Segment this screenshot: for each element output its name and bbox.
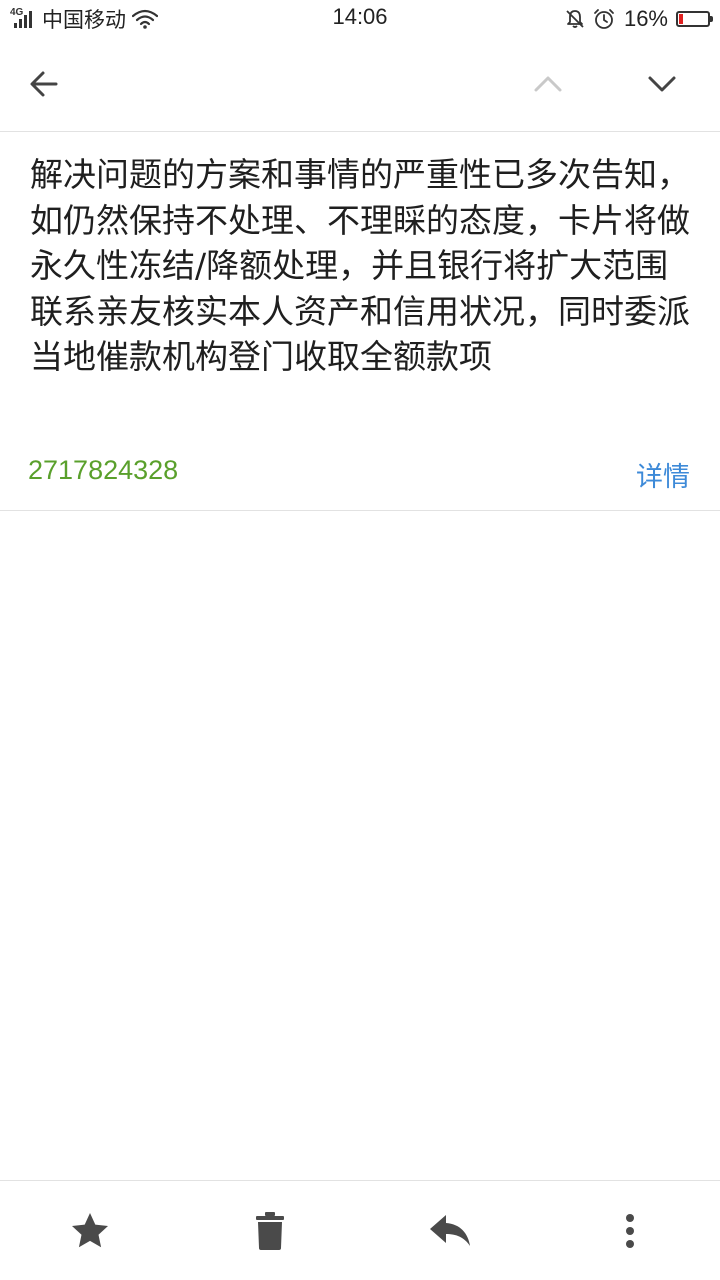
- delete-button[interactable]: [240, 1201, 300, 1261]
- back-arrow-icon: [30, 71, 58, 97]
- status-right: 16%: [564, 4, 713, 34]
- chevron-down-icon: [648, 76, 676, 92]
- sender-number[interactable]: 2717824328: [28, 455, 178, 486]
- more-options-button[interactable]: [600, 1201, 660, 1261]
- battery-level-fill: [679, 14, 683, 24]
- reply-icon: [430, 1215, 470, 1246]
- more-vertical-icon: [626, 1214, 634, 1248]
- previous-message-button[interactable]: [524, 60, 572, 108]
- next-message-button[interactable]: [638, 60, 686, 108]
- message-divider: [0, 510, 720, 511]
- star-icon: [72, 1213, 108, 1248]
- message-body: 解决问题的方案和事情的严重性已多次告知，如仍然保持不处理、不理睬的态度，卡片将做…: [30, 155, 690, 376]
- trash-icon: [256, 1212, 284, 1250]
- battery-icon: [676, 11, 713, 27]
- mute-icon: [566, 10, 584, 28]
- alarm-icon: [594, 9, 614, 29]
- bottom-toolbar: [0, 1181, 720, 1280]
- details-link[interactable]: 详情: [636, 455, 690, 494]
- battery-percentage: 16%: [623, 6, 668, 31]
- top-navigation: [0, 38, 720, 130]
- favorite-button[interactable]: [60, 1201, 120, 1261]
- back-button[interactable]: [20, 60, 68, 108]
- header-divider: [0, 131, 720, 132]
- status-bar: 4G 中国移动 14:06 16%: [0, 0, 720, 38]
- reply-button[interactable]: [420, 1201, 480, 1261]
- chevron-up-icon: [534, 76, 562, 92]
